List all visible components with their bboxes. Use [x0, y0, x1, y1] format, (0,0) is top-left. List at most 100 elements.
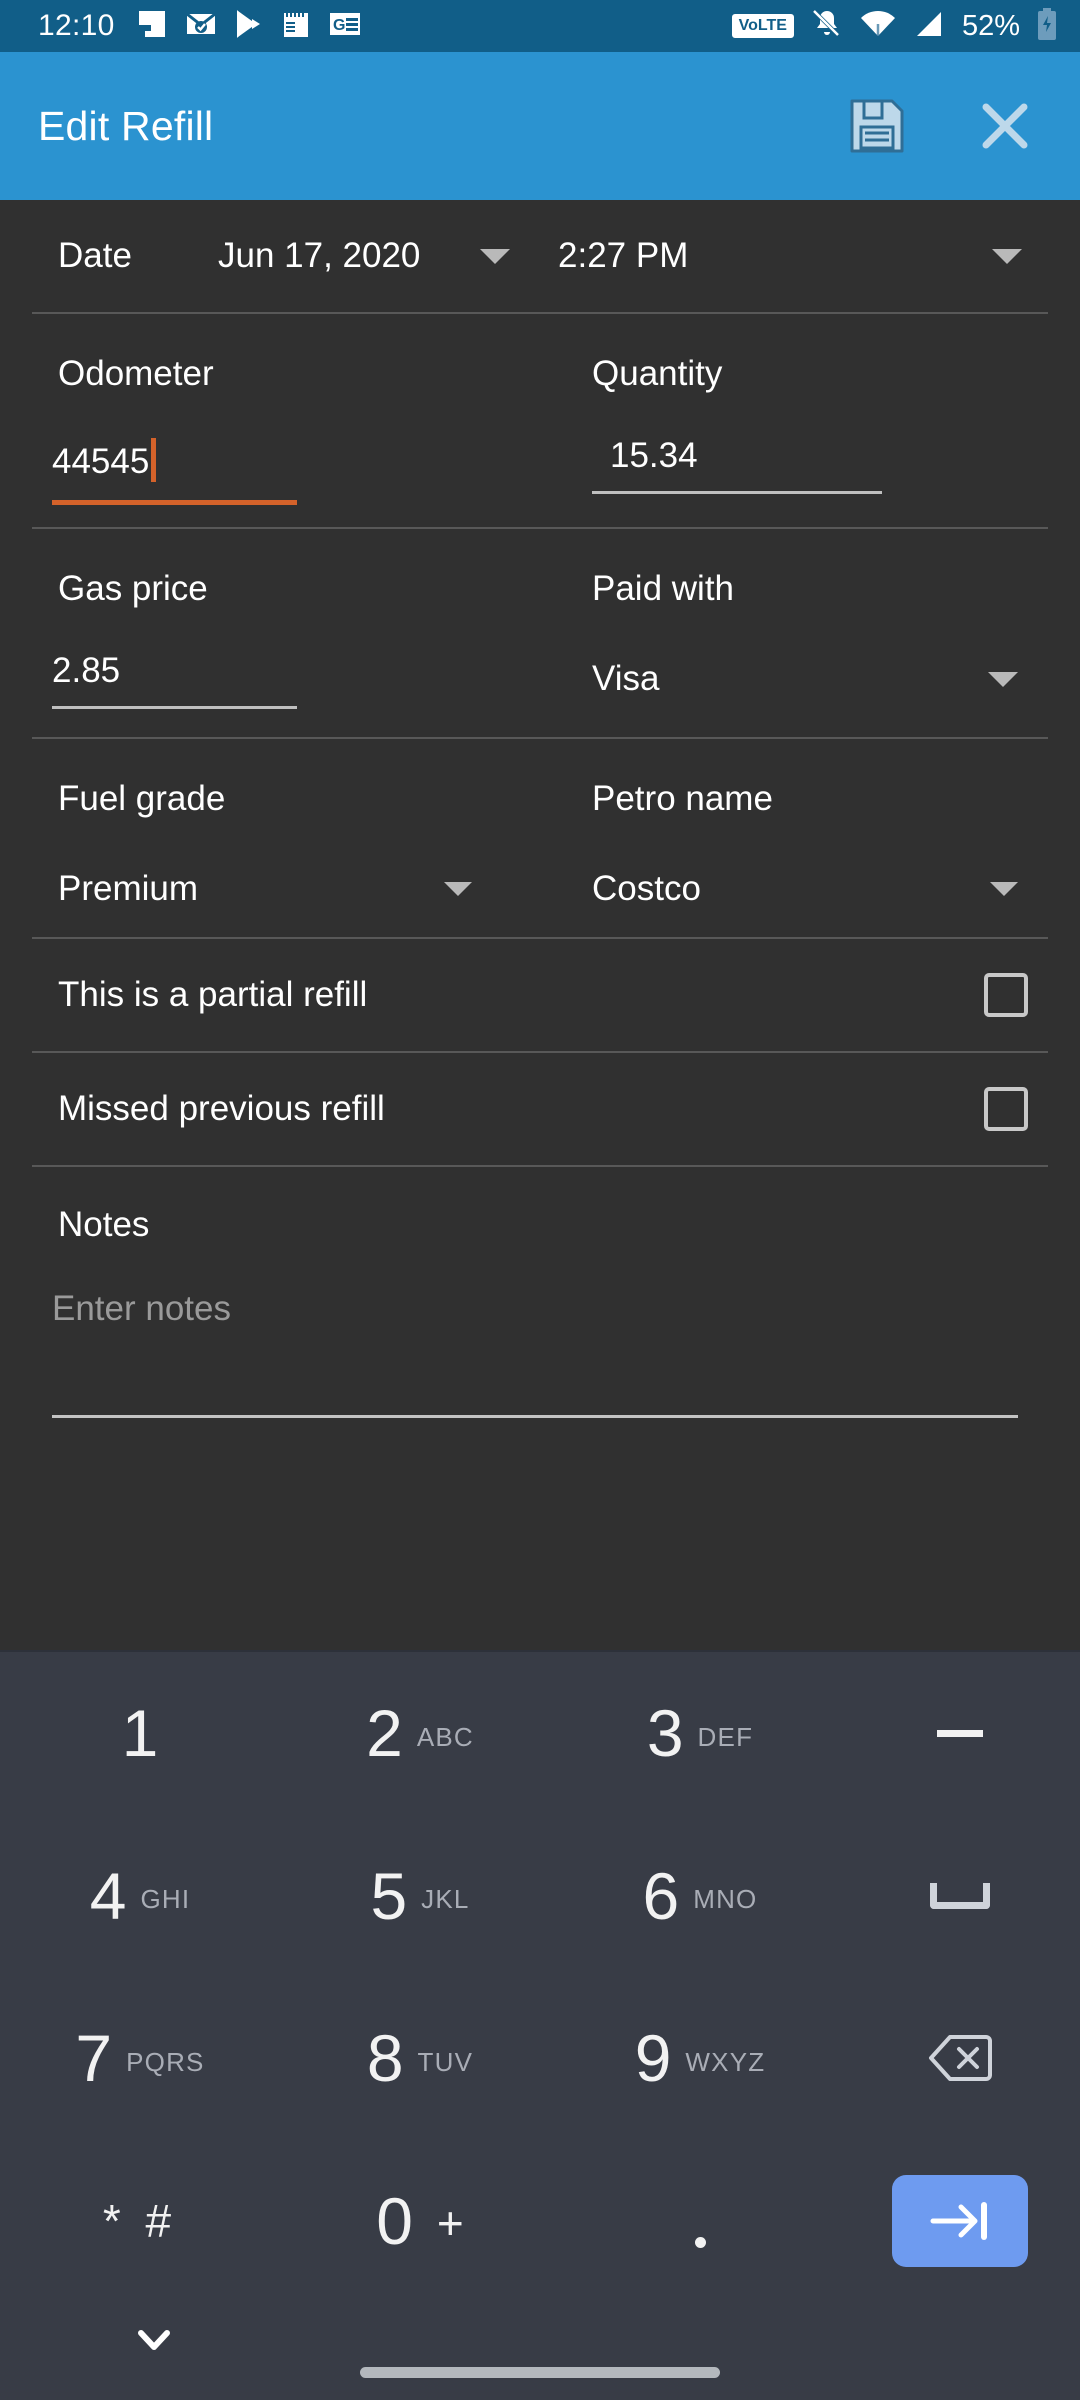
- notes-underline: [52, 1415, 1018, 1418]
- key-2[interactable]: 2 ABC: [280, 1652, 560, 1815]
- keyboard-row-2: 4 GHI 5 JKL 6 MNO: [0, 1815, 1080, 1978]
- status-icons: VoLTE 52%: [731, 7, 1058, 46]
- hide-keyboard-button[interactable]: [124, 2316, 184, 2364]
- petro-name-field[interactable]: Petro name Costco: [540, 739, 1080, 909]
- quantity-label: Quantity: [592, 354, 723, 393]
- key-1[interactable]: 1: [0, 1652, 280, 1815]
- key-2-letters: ABC: [416, 1721, 474, 1752]
- keyboard-row-3: 7 PQRS 8 TUV 9 WXYZ: [0, 1977, 1080, 2140]
- close-button[interactable]: [966, 87, 1044, 165]
- key-5[interactable]: 5 JKL: [280, 1815, 560, 1978]
- partial-refill-label: This is a partial refill: [58, 975, 368, 1014]
- odometer-value-wrap: 44545: [52, 438, 540, 482]
- key-1-digit: 1: [121, 1696, 159, 1771]
- paid-with-field[interactable]: Paid with Visa: [540, 529, 1080, 709]
- key-5-letters: JKL: [421, 1884, 470, 1915]
- odometer-quantity-row: Odometer 44545 Quantity 15.34: [0, 314, 1080, 505]
- battery-percent-label: 52%: [961, 9, 1020, 42]
- missed-refill-label: Missed previous refill: [58, 1089, 385, 1128]
- key-9-letters: WXYZ: [685, 2046, 766, 2077]
- key-6-letters: MNO: [693, 1884, 758, 1915]
- enter-key-background: [892, 2174, 1028, 2267]
- gasprice-paidwith-row: Gas price 2.85 Paid with Visa: [0, 529, 1080, 709]
- chevron-down-icon: [444, 882, 472, 896]
- key-3-letters: DEF: [697, 1721, 754, 1752]
- quantity-field[interactable]: Quantity 15.34: [540, 314, 1080, 505]
- tab-enter-icon: [930, 2201, 987, 2240]
- key-0-digit: 0: [376, 2183, 413, 2258]
- gas-price-underline: [52, 706, 297, 709]
- key-star-hash[interactable]: * #: [0, 2140, 280, 2303]
- key-7-letters: PQRS: [126, 2046, 205, 2077]
- key-space[interactable]: [840, 1815, 1080, 1978]
- paid-with-label: Paid with: [592, 569, 735, 608]
- gas-price-field[interactable]: Gas price 2.85: [0, 529, 540, 709]
- period-icon: [694, 2237, 706, 2249]
- key-7[interactable]: 7 PQRS: [0, 1977, 280, 2140]
- status-bar: 12:10 G VoLTE 52%: [0, 0, 1080, 52]
- notes-input[interactable]: Enter notes: [0, 1245, 1080, 1329]
- missed-refill-row[interactable]: Missed previous refill: [0, 1053, 1080, 1165]
- text-cursor: [151, 438, 157, 482]
- google-news-icon: G: [329, 11, 361, 42]
- chevron-down-icon: [990, 882, 1018, 896]
- play-store-icon: [235, 9, 263, 44]
- notification-icons: G: [137, 9, 361, 44]
- date-value: Jun 17, 2020: [218, 236, 421, 275]
- notes-label: Notes: [58, 1205, 150, 1244]
- key-period[interactable]: [560, 2140, 840, 2303]
- missed-refill-checkbox[interactable]: [984, 1087, 1028, 1131]
- key-minus[interactable]: [840, 1652, 1080, 1815]
- cellular-signal-icon: [912, 10, 944, 43]
- time-picker[interactable]: 2:27 PM: [558, 236, 1022, 276]
- key-8[interactable]: 8 TUV: [280, 1977, 560, 2140]
- notes-field[interactable]: Notes Enter notes: [0, 1167, 1080, 1418]
- partial-refill-checkbox[interactable]: [984, 973, 1028, 1017]
- odometer-field[interactable]: Odometer 44545: [0, 314, 540, 505]
- quantity-underline: [592, 491, 882, 494]
- numeric-keyboard: 1 2 ABC 3 DEF 4 GHI 5 JKL 6 MNO 7 PQRS 8…: [0, 1650, 1080, 2400]
- time-value: 2:27 PM: [558, 236, 689, 275]
- key-4[interactable]: 4 GHI: [0, 1815, 280, 1978]
- partial-refill-row[interactable]: This is a partial refill: [0, 939, 1080, 1051]
- fuel-grade-value: Premium: [58, 869, 199, 908]
- chevron-down-icon: [138, 2330, 170, 2350]
- key-backspace[interactable]: [840, 1977, 1080, 2140]
- odometer-value: 44545: [52, 442, 150, 481]
- flipboard-icon: [137, 9, 167, 44]
- battery-charging-icon: [1036, 7, 1058, 46]
- keyboard-bottom-bar: [0, 2302, 1080, 2400]
- chevron-down-icon: [988, 671, 1018, 687]
- app-bar: Edit Refill: [0, 52, 1080, 200]
- odometer-underline: [52, 500, 297, 505]
- key-9[interactable]: 9 WXYZ: [560, 1977, 840, 2140]
- keyboard-row-1: 1 2 ABC 3 DEF: [0, 1652, 1080, 1815]
- petro-name-label: Petro name: [592, 779, 773, 818]
- refill-form: Date Jun 17, 2020 2:27 PM Odometer 44545…: [0, 200, 1080, 1650]
- date-row: Date Jun 17, 2020 2:27 PM: [0, 200, 1080, 312]
- fuelgrade-petroname-row: Fuel grade Premium Petro name Costco: [0, 739, 1080, 909]
- page-title: Edit Refill: [38, 102, 214, 149]
- key-enter[interactable]: [840, 2140, 1080, 2303]
- key-9-digit: 9: [634, 2021, 672, 2096]
- chevron-down-icon: [992, 248, 1022, 264]
- fuel-grade-field[interactable]: Fuel grade Premium: [0, 739, 540, 909]
- volte-icon: VoLTE: [731, 14, 794, 38]
- gas-price-value: 2.85: [52, 651, 121, 690]
- notifications-muted-icon: [810, 7, 844, 46]
- quantity-value: 15.34: [610, 436, 698, 475]
- save-button[interactable]: [838, 87, 916, 165]
- keyboard-row-4: * # 0 +: [0, 2140, 1080, 2303]
- key-0-plus: +: [436, 2196, 464, 2249]
- paid-with-value: Visa: [592, 659, 660, 698]
- status-bar-clock: 12:10: [38, 9, 115, 42]
- key-6[interactable]: 6 MNO: [560, 1815, 840, 1978]
- close-x-icon: [982, 103, 1028, 149]
- key-3[interactable]: 3 DEF: [560, 1652, 840, 1815]
- gesture-nav-pill[interactable]: [360, 2367, 720, 2378]
- fuel-grade-label: Fuel grade: [58, 779, 226, 818]
- date-picker[interactable]: Jun 17, 2020: [218, 236, 558, 276]
- backspace-icon: [929, 2035, 992, 2082]
- odometer-label: Odometer: [58, 354, 214, 393]
- key-0[interactable]: 0 +: [280, 2140, 560, 2303]
